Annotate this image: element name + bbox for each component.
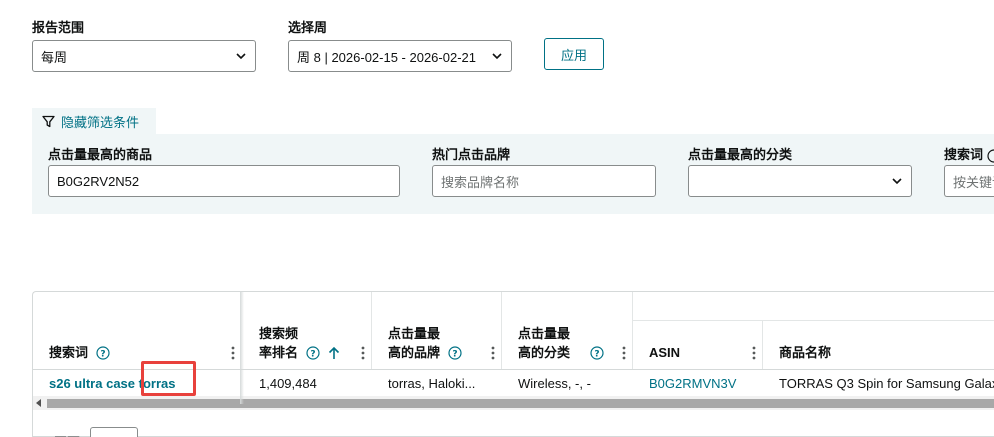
help-icon[interactable]: ?: [96, 346, 110, 360]
col-header-search-term-label: 搜索词: [49, 345, 89, 360]
col-header-search-term[interactable]: 搜索词 ?: [33, 292, 241, 370]
scroll-left-icon[interactable]: [36, 399, 42, 407]
top-clicked-product-label: 点击量最高的商品: [48, 147, 153, 162]
col-header-top-brand-line1: 点击量最: [388, 326, 441, 341]
search-term-filter-input[interactable]: 按关键词: [944, 165, 994, 197]
cell-search-rank: 1,409,484: [259, 375, 317, 391]
apply-button[interactable]: 应用: [544, 38, 604, 70]
report-range-select[interactable]: 每周: [32, 40, 256, 72]
svg-text:?: ?: [594, 350, 599, 360]
col-header-product-name[interactable]: 商品名称: [763, 321, 994, 370]
select-week-value: 周 8 | 2026-02-15 - 2026-02-21: [297, 49, 476, 65]
top-clicked-brand-input[interactable]: 搜索品牌名称: [432, 165, 656, 197]
search-terms-table: 搜索词 ? 搜索频 率排名 ? 点击量最 高的品牌 ? 点击量最 高的分类 ? …: [32, 291, 994, 437]
pager-label: 页面: [54, 432, 80, 437]
search-term-filter-label: 搜索词: [944, 144, 994, 163]
hide-filters-toggle[interactable]: 隐藏筛选条件: [32, 108, 156, 134]
chevron-down-icon: [892, 178, 902, 185]
svg-text:?: ?: [100, 350, 105, 360]
cell-search-term[interactable]: s26 ultra case torras: [33, 370, 241, 396]
cell-top-brand: torras, Haloki...: [388, 375, 476, 391]
col-header-top-category[interactable]: 点击量最 高的分类 ?: [502, 292, 633, 370]
column-menu-icon[interactable]: [622, 346, 626, 360]
sort-ascending-icon[interactable]: [327, 346, 341, 360]
col-header-product-name-label: 商品名称: [779, 345, 832, 360]
col-header-search-rank-line1: 搜索频: [259, 326, 299, 341]
col-header-top-brand-line2: 高的品牌: [388, 345, 441, 360]
col-header-top-category-line2: 高的分类: [518, 345, 571, 360]
col-header-search-rank[interactable]: 搜索频 率排名 ?: [243, 292, 372, 370]
hide-filters-label: 隐藏筛选条件: [61, 114, 140, 130]
report-range-label: 报告范围: [32, 20, 85, 35]
cell-asin[interactable]: B0G2RMVN3V: [633, 370, 763, 396]
col-header-asin-label: ASIN: [649, 345, 681, 360]
page-size-input[interactable]: [90, 427, 138, 437]
scrollbar-thumb[interactable]: [47, 399, 994, 408]
svg-text:?: ?: [452, 350, 457, 360]
top-clicked-brand-label: 热门点击品牌: [432, 147, 511, 162]
top-clicked-category-label: 点击量最高的分类: [688, 147, 793, 162]
column-menu-icon[interactable]: [231, 346, 235, 360]
col-header-asin[interactable]: ASIN: [633, 321, 763, 370]
help-icon[interactable]: ?: [590, 346, 604, 360]
help-icon[interactable]: ?: [448, 346, 462, 360]
sticky-column-shadow: [240, 291, 244, 404]
svg-text:?: ?: [310, 350, 315, 360]
column-menu-icon[interactable]: [361, 346, 365, 360]
top-clicked-category-select[interactable]: [688, 165, 912, 197]
col-header-search-rank-line2: 率排名: [259, 345, 299, 360]
column-menu-icon[interactable]: [491, 346, 495, 360]
column-menu-icon[interactable]: [752, 346, 756, 360]
header-group-band: [633, 292, 994, 321]
cell-product-name: TORRAS Q3 Spin for Samsung Galaxy S26 Ul…: [779, 375, 994, 391]
search-term-filter-text: 搜索词: [944, 147, 984, 162]
help-icon[interactable]: [987, 148, 994, 163]
horizontal-scrollbar[interactable]: [33, 396, 994, 410]
help-icon[interactable]: ?: [306, 346, 320, 360]
select-week-select[interactable]: 周 8 | 2026-02-15 - 2026-02-21: [288, 40, 512, 72]
select-week-label: 选择周: [288, 20, 328, 35]
cell-top-category: Wireless, -, -: [518, 375, 591, 391]
filter-panel: 点击量最高的商品 B0G2RV2N52 热门点击品牌 搜索品牌名称 点击量最高的…: [32, 134, 994, 214]
chevron-down-icon: [492, 53, 502, 60]
col-header-top-category-line1: 点击量最: [518, 326, 571, 341]
top-clicked-product-input[interactable]: B0G2RV2N52: [48, 165, 400, 197]
report-range-value: 每周: [41, 49, 68, 65]
col-header-top-brand[interactable]: 点击量最 高的品牌 ?: [372, 292, 502, 370]
filter-icon: [42, 115, 55, 127]
chevron-down-icon: [236, 53, 246, 60]
